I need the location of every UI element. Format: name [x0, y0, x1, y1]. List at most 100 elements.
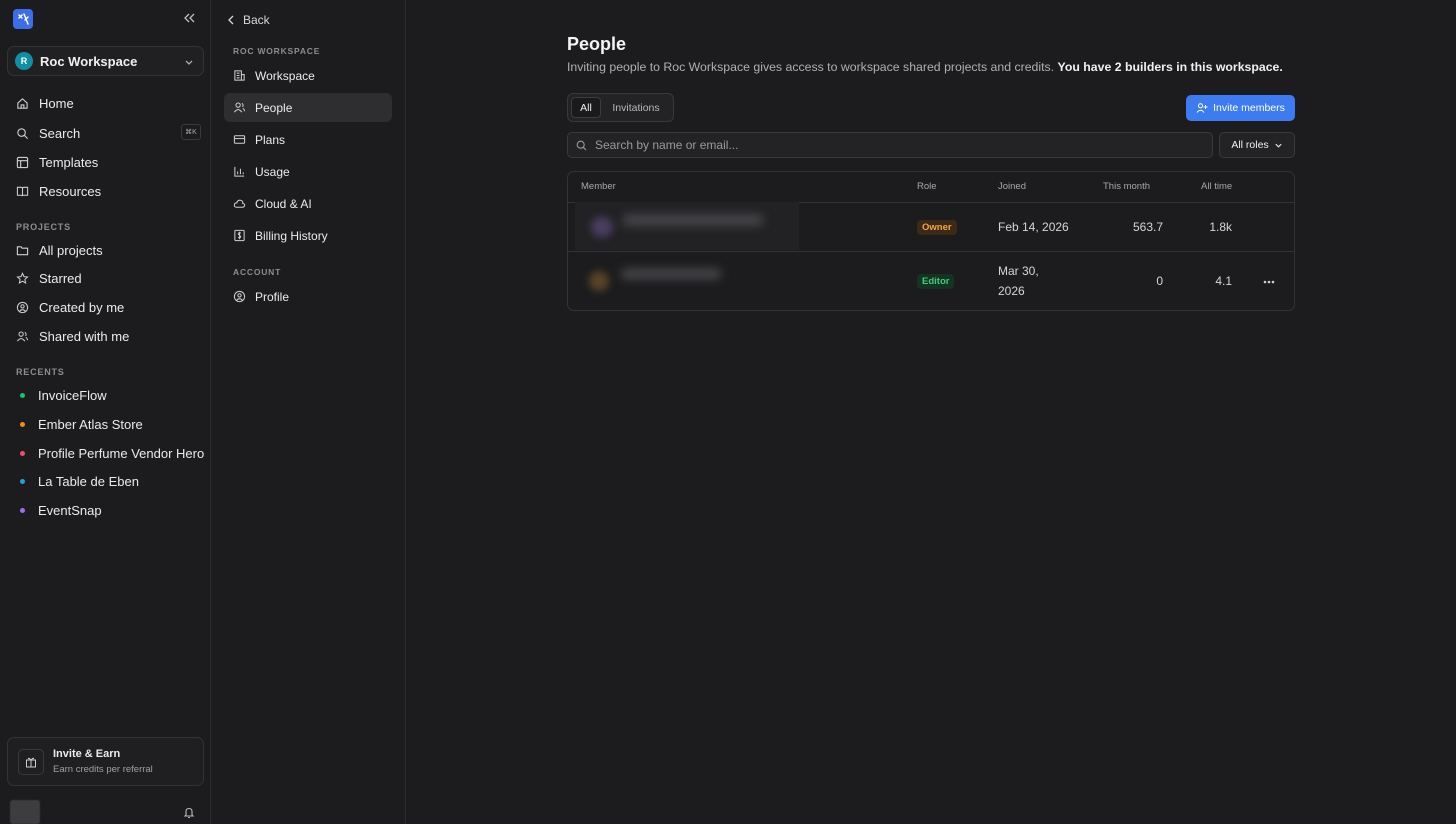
- account-section-label: ACCOUNT: [233, 267, 282, 277]
- settings-item-label: Plans: [255, 132, 286, 147]
- nav-label: Created by me: [39, 299, 125, 315]
- settings-item-label: Workspace: [255, 68, 315, 83]
- projects-section-label: PROJECTS: [16, 222, 71, 232]
- role-badge: Editor: [917, 274, 955, 289]
- invite-members-label: Invite members: [1213, 102, 1285, 114]
- settings-item-cloud-ai[interactable]: Cloud & AI: [224, 189, 392, 218]
- tab-all[interactable]: All: [571, 97, 601, 118]
- invite-members-button[interactable]: Invite members: [1186, 95, 1295, 121]
- settings-item-label: People: [255, 100, 293, 115]
- page-title: People: [567, 34, 627, 54]
- tab-invitations[interactable]: Invitations: [603, 97, 669, 118]
- settings-item-profile[interactable]: Profile: [224, 282, 392, 311]
- all-time-value: 1.8k: [1209, 220, 1232, 234]
- search-icon: [17, 127, 29, 139]
- recent-label: InvoiceFlow: [38, 387, 107, 403]
- nav-label: All projects: [39, 242, 103, 258]
- nav-label: Search: [39, 125, 81, 141]
- nav-label: Shared with me: [39, 328, 130, 344]
- avatar[interactable]: [10, 800, 40, 824]
- chevron-down-icon: [184, 57, 194, 67]
- search-input[interactable]: [595, 138, 1195, 152]
- status-dot: [20, 507, 25, 513]
- joined-date: Mar 30,: [998, 264, 1039, 278]
- member-identity-redacted: [575, 202, 799, 250]
- app-logo-icon[interactable]: [13, 9, 33, 29]
- nav-starred[interactable]: Starred: [16, 269, 82, 287]
- search-icon: [576, 140, 587, 150]
- role-badge: Owner: [917, 220, 957, 235]
- status-dot: [20, 450, 25, 456]
- back-label: Back: [243, 13, 270, 27]
- status-dot: [20, 421, 25, 427]
- settings-sidebar: Back ROC WORKSPACE Workspace People Plan…: [211, 0, 406, 824]
- column-header-joined: Joined: [998, 181, 1026, 192]
- status-dot: [20, 478, 25, 484]
- user-circle-icon: [16, 301, 29, 313]
- joined-date: Feb 14, 2026: [998, 220, 1069, 234]
- people-tabs: All Invitations: [567, 93, 674, 122]
- credit-card-icon: [233, 135, 246, 144]
- page-description: Inviting people to Roc Workspace gives a…: [567, 60, 1283, 74]
- templates-icon: [16, 156, 29, 168]
- member-identity-redacted: [575, 252, 765, 310]
- users-icon: [16, 331, 29, 341]
- settings-item-billing-history[interactable]: Billing History: [224, 221, 392, 250]
- member-search: [567, 132, 1213, 158]
- search-shortcut-badge: ⌘K: [181, 124, 201, 140]
- nav-label: Starred: [39, 270, 82, 286]
- recent-project[interactable]: Ember Atlas Store: [16, 415, 143, 433]
- recent-project[interactable]: EventSnap: [16, 501, 102, 519]
- nav-templates[interactable]: Templates: [16, 153, 98, 171]
- nav-shared-with-me[interactable]: Shared with me: [16, 327, 129, 345]
- collapse-sidebar-icon[interactable]: [183, 12, 195, 24]
- star-icon: [16, 271, 29, 284]
- nav-created-by-me[interactable]: Created by me: [16, 298, 124, 316]
- workspace-switcher[interactable]: R Roc Workspace: [7, 46, 204, 76]
- nav-resources[interactable]: Resources: [16, 182, 101, 200]
- workspace-avatar: R: [15, 52, 33, 70]
- status-dot: [20, 392, 25, 398]
- roles-filter-dropdown[interactable]: All roles: [1219, 132, 1295, 158]
- home-icon: [17, 97, 28, 109]
- settings-item-label: Billing History: [255, 228, 328, 243]
- this-month-value: 0: [1156, 274, 1163, 288]
- recent-project[interactable]: InvoiceFlow: [16, 386, 107, 404]
- joined-date-line2: 2026: [998, 284, 1025, 298]
- more-options-icon[interactable]: [1263, 280, 1275, 284]
- recent-project[interactable]: Profile Perfume Vendor Hero: [16, 444, 204, 462]
- workspace-name: Roc Workspace: [40, 53, 138, 69]
- main-content: People Inviting people to Roc Workspace …: [406, 0, 1456, 824]
- settings-item-label: Usage: [255, 164, 290, 179]
- recent-project[interactable]: La Table de Eben: [16, 472, 139, 490]
- settings-item-people[interactable]: People: [224, 93, 392, 122]
- folder-icon: [16, 245, 29, 255]
- chevron-down-icon: [1275, 143, 1282, 148]
- settings-item-workspace[interactable]: Workspace: [224, 61, 392, 90]
- building-icon: [234, 70, 245, 81]
- column-header-all-time: All time: [1201, 181, 1233, 192]
- back-button[interactable]: Back: [227, 13, 270, 27]
- nav-home[interactable]: Home: [16, 94, 74, 112]
- user-circle-icon: [233, 290, 246, 303]
- receipt-icon: [234, 229, 245, 242]
- settings-item-label: Profile: [255, 289, 290, 304]
- book-icon: [16, 186, 29, 196]
- bell-icon[interactable]: [183, 806, 195, 819]
- nav-label: Resources: [39, 183, 102, 199]
- this-month-value: 563.7: [1132, 220, 1163, 234]
- left-sidebar: R Roc Workspace Home Search ⌘K Templates…: [0, 0, 211, 824]
- gift-icon: [18, 749, 44, 775]
- settings-item-plans[interactable]: Plans: [224, 125, 392, 154]
- settings-item-usage[interactable]: Usage: [224, 157, 392, 186]
- description-text: Inviting people to Roc Workspace gives a…: [567, 60, 1055, 74]
- nav-label: Templates: [39, 154, 99, 170]
- recent-label: Profile Perfume Vendor Hero: [38, 445, 205, 461]
- all-time-value: 4.1: [1215, 274, 1232, 288]
- column-header-this-month: This month: [1103, 181, 1150, 192]
- invite-earn-card[interactable]: Invite & Earn Earn credits per referral: [7, 737, 204, 786]
- nav-search[interactable]: Search: [16, 124, 80, 142]
- settings-item-label: Cloud & AI: [255, 196, 312, 211]
- column-header-role: Role: [917, 181, 937, 192]
- nav-all-projects[interactable]: All projects: [16, 241, 103, 259]
